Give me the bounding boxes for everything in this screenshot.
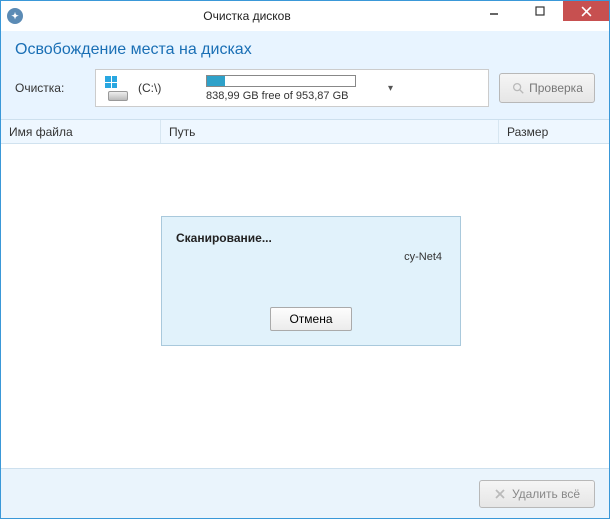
- chevron-down-icon[interactable]: ▾: [384, 83, 397, 94]
- close-button[interactable]: [563, 1, 609, 21]
- column-filename[interactable]: Имя файла: [1, 120, 161, 143]
- drive-usage: 838,99 GB free of 953,87 GB: [206, 75, 376, 102]
- footer: Удалить всё: [1, 468, 609, 518]
- maximize-button[interactable]: [517, 1, 563, 21]
- column-headers: Имя файла Путь Размер: [1, 120, 609, 144]
- content-area: Сканирование... cy-Net4 Отмена: [1, 144, 609, 468]
- usage-bar: [206, 75, 356, 87]
- scan-dialog: Сканирование... cy-Net4 Отмена: [161, 216, 461, 346]
- header-panel: Освобождение места на дисках Очистка: (C…: [1, 31, 609, 120]
- page-title: Освобождение места на дисках: [15, 41, 595, 59]
- usage-text: 838,99 GB free of 953,87 GB: [206, 90, 348, 102]
- window-controls: [471, 1, 609, 31]
- app-icon: ✦: [7, 8, 23, 24]
- titlebar: ✦ Очистка дисков: [1, 1, 609, 31]
- drive-name: (C:\): [138, 81, 198, 95]
- minimize-button[interactable]: [471, 1, 517, 21]
- drive-icon: [104, 75, 130, 101]
- delete-all-label: Удалить всё: [512, 487, 580, 501]
- cleanup-label: Очистка:: [15, 81, 85, 95]
- column-path[interactable]: Путь: [161, 120, 499, 143]
- cleanup-row: Очистка: (C:\) 838,99 GB free of 953,87 …: [15, 69, 595, 107]
- check-button-label: Проверка: [529, 81, 583, 95]
- search-icon: [511, 81, 525, 95]
- scan-title: Сканирование...: [176, 231, 446, 245]
- window-title: Очистка дисков: [23, 9, 471, 23]
- cancel-button[interactable]: Отмена: [270, 307, 351, 331]
- delete-icon: [494, 488, 506, 500]
- column-size[interactable]: Размер: [499, 120, 609, 143]
- check-button[interactable]: Проверка: [499, 73, 595, 103]
- delete-all-button[interactable]: Удалить всё: [479, 480, 595, 508]
- drive-selector[interactable]: (C:\) 838,99 GB free of 953,87 GB ▾: [95, 69, 489, 107]
- scan-current-file: cy-Net4: [176, 251, 446, 263]
